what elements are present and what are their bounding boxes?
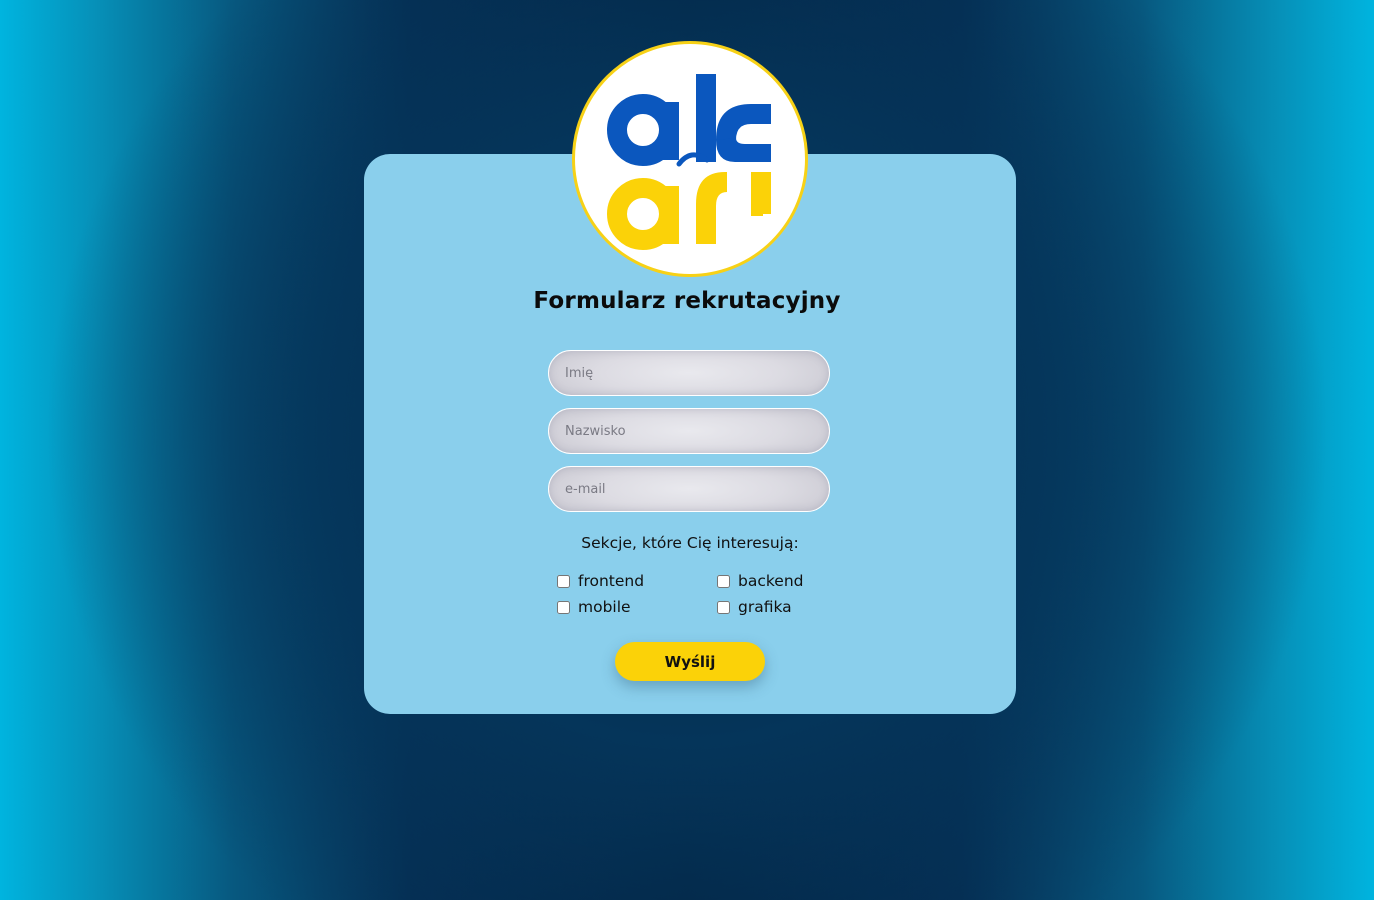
submit-button[interactable]: Wyślij bbox=[615, 642, 765, 681]
frontend-checkbox[interactable] bbox=[557, 574, 570, 588]
option-grafika[interactable]: grafika bbox=[717, 598, 792, 616]
option-label: mobile bbox=[578, 598, 631, 616]
ak-logo-icon bbox=[607, 74, 771, 250]
option-backend[interactable]: backend bbox=[717, 572, 803, 590]
option-label: frontend bbox=[578, 572, 645, 590]
option-label: backend bbox=[738, 572, 804, 590]
option-frontend[interactable]: frontend bbox=[557, 572, 644, 590]
option-mobile[interactable]: mobile bbox=[557, 598, 631, 616]
last-name-input[interactable] bbox=[548, 408, 830, 454]
form-title: Formularz rekrutacyjny bbox=[533, 288, 841, 314]
option-label: grafika bbox=[738, 598, 792, 616]
email-input[interactable] bbox=[548, 466, 830, 512]
mobile-checkbox[interactable] bbox=[557, 600, 570, 614]
grafika-checkbox[interactable] bbox=[717, 600, 730, 614]
first-name-input[interactable] bbox=[548, 350, 830, 396]
sections-label: Sekcje, które Cię interesują: bbox=[581, 534, 799, 552]
logo bbox=[572, 41, 808, 277]
backend-checkbox[interactable] bbox=[717, 574, 730, 588]
